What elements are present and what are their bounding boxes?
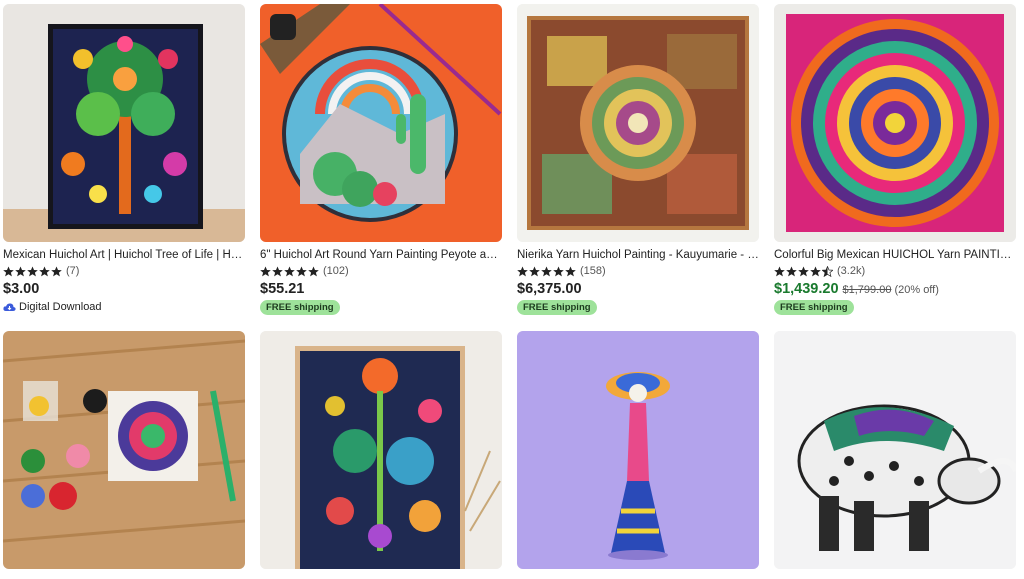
star-icon xyxy=(810,266,821,276)
star-icon xyxy=(774,266,785,276)
tree-of-life-artwork-image xyxy=(3,4,245,242)
star-icon xyxy=(27,266,38,276)
star-icon xyxy=(565,266,576,276)
star-icon xyxy=(517,266,528,276)
star-icon xyxy=(15,266,26,276)
framed-yarn-art-image xyxy=(260,331,502,569)
listing-card-4[interactable]: Colorful Big Mexican HUICHOL Yarn PAINTI… xyxy=(774,4,1016,315)
listing-title[interactable]: Colorful Big Mexican HUICHOL Yarn PAINTI… xyxy=(774,249,1016,261)
star-rating xyxy=(517,266,577,277)
star-icon xyxy=(798,266,809,276)
star-icon xyxy=(284,266,295,276)
price: $3.00 xyxy=(3,281,40,297)
bookmark-icon[interactable] xyxy=(270,14,296,40)
star-icon xyxy=(51,266,62,276)
rating: (158) xyxy=(517,264,759,278)
nierika-yarn-painting-image xyxy=(517,4,759,242)
catrina-figure-image xyxy=(517,331,759,569)
listing-image[interactable] xyxy=(774,4,1016,242)
price: $55.21 xyxy=(260,281,305,297)
price-row: $55.21 xyxy=(260,281,502,297)
rating: (7) xyxy=(3,264,245,278)
sale-price: $1,439.20 xyxy=(774,281,839,297)
listing-image[interactable] xyxy=(3,331,245,569)
star-rating xyxy=(3,266,63,277)
price-row: $3.00 xyxy=(3,281,245,297)
star-icon xyxy=(308,266,319,276)
star-icon xyxy=(296,266,307,276)
star-rating xyxy=(774,265,834,277)
bull-sculpture-image xyxy=(774,331,1016,569)
star-icon xyxy=(272,266,283,276)
listing-image[interactable] xyxy=(517,331,759,569)
digital-download: Digital Download xyxy=(3,301,245,313)
star-icon xyxy=(39,266,50,276)
star-icon xyxy=(541,266,552,276)
review-count: (3.2k) xyxy=(837,265,866,277)
star-icon xyxy=(786,266,797,276)
rating: (102) xyxy=(260,264,502,278)
rating: (3.2k) xyxy=(774,264,1016,278)
cloud-download-icon xyxy=(3,303,16,311)
star-icon xyxy=(529,266,540,276)
listing-card-7[interactable] xyxy=(517,331,759,569)
listing-image[interactable] xyxy=(517,4,759,242)
bead-kit-image xyxy=(3,331,245,569)
free-shipping-badge: FREE shipping xyxy=(774,300,854,315)
listing-image[interactable] xyxy=(3,4,245,242)
listing-card-1[interactable]: Mexican Huichol Art | Huichol Tree of Li… xyxy=(3,4,245,313)
mandala-yarn-painting-image xyxy=(774,4,1016,242)
original-price: $1,799.00 xyxy=(842,284,892,296)
review-count: (158) xyxy=(580,265,606,277)
listing-image[interactable] xyxy=(260,4,502,242)
price: $6,375.00 xyxy=(517,281,582,297)
listing-card-5[interactable] xyxy=(3,331,245,569)
listing-title[interactable]: Nierika Yarn Huichol Painting - Kauyumar… xyxy=(517,249,759,261)
star-icon xyxy=(553,266,564,276)
review-count: (7) xyxy=(66,265,80,277)
listing-title[interactable]: Mexican Huichol Art | Huichol Tree of Li… xyxy=(3,249,245,261)
review-count: (102) xyxy=(323,265,349,277)
price-row: $1,439.20 $1,799.00 (20% off) xyxy=(774,281,1016,297)
listing-card-6[interactable] xyxy=(260,331,502,569)
listing-card-2[interactable]: 6" Huichol Art Round Yarn Painting Peyot… xyxy=(260,4,502,315)
star-icon xyxy=(822,265,833,277)
free-shipping-badge: FREE shipping xyxy=(260,300,340,315)
listing-card-8[interactable] xyxy=(774,331,1016,569)
digital-download-label: Digital Download xyxy=(19,301,102,313)
star-icon xyxy=(3,266,14,276)
listing-card-3[interactable]: Nierika Yarn Huichol Painting - Kauyumar… xyxy=(517,4,759,315)
price-row: $6,375.00 xyxy=(517,281,759,297)
star-rating xyxy=(260,266,320,277)
listing-image[interactable] xyxy=(260,331,502,569)
listing-image[interactable] xyxy=(774,331,1016,569)
listing-title[interactable]: 6" Huichol Art Round Yarn Painting Peyot… xyxy=(260,249,502,261)
star-icon xyxy=(260,266,271,276)
round-yarn-painting-image xyxy=(260,4,502,242)
free-shipping-badge: FREE shipping xyxy=(517,300,597,315)
discount-label: (20% off) xyxy=(894,284,939,296)
